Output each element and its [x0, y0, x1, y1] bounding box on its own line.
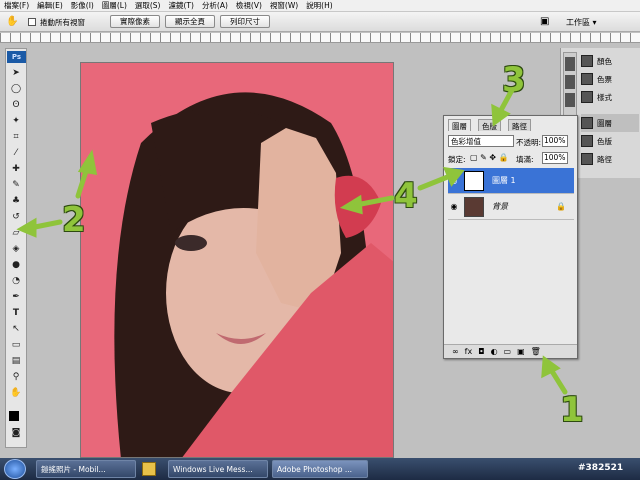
- windows-taskbar: 鎧搖照片 - Mobil... Windows Live Mess... Ado…: [0, 458, 640, 480]
- arrow-2b-head: [77, 149, 98, 176]
- arrow-3-head: [491, 103, 511, 127]
- arrow-4b-head: [442, 166, 465, 187]
- start-button[interactable]: [4, 459, 26, 479]
- arrow-4b: [417, 173, 453, 191]
- arrow-4a-head: [339, 194, 363, 215]
- arrow-2a-head: [16, 217, 37, 238]
- explorer-icon[interactable]: [142, 462, 156, 476]
- arrow-3: [497, 87, 515, 115]
- callout-arrows: [16, 87, 568, 395]
- taskbar-item-messenger[interactable]: Windows Live Mess...: [168, 460, 268, 478]
- taskbar-item-photoshop[interactable]: Adobe Photoshop ...: [272, 460, 368, 478]
- taskbar-item-photos[interactable]: 鎧搖照片 - Mobil...: [36, 460, 136, 478]
- watermark-id: #382521: [578, 463, 624, 473]
